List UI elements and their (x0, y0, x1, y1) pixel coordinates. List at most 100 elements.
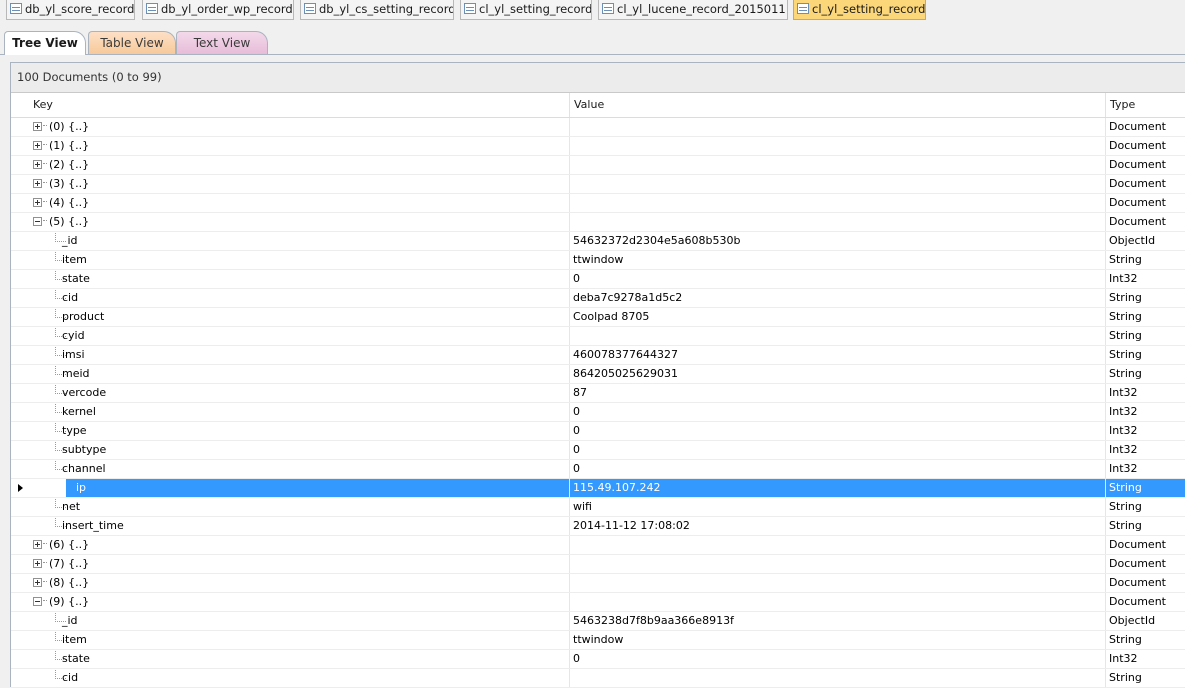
field-row[interactable]: state 0 Int32 (11, 650, 1185, 669)
value-cell[interactable] (569, 574, 1105, 592)
field-row[interactable]: channel 0 Int32 (11, 460, 1185, 479)
document-row[interactable]: (9) {..} Document (11, 593, 1185, 612)
row-selector[interactable] (11, 213, 29, 232)
field-row[interactable]: net wifi String (11, 498, 1185, 517)
field-row[interactable]: item ttwindow String (11, 251, 1185, 270)
row-selector[interactable] (11, 498, 29, 517)
row-selector[interactable] (11, 517, 29, 536)
row-selector[interactable] (11, 612, 29, 631)
tab-text-view[interactable]: Text View (176, 31, 268, 54)
document-row[interactable]: (1) {..} Document (11, 137, 1185, 156)
row-selector[interactable] (11, 346, 29, 365)
field-row[interactable]: imsi 460078377644327 String (11, 346, 1185, 365)
doc-tab-cl-yl-setting-record-active[interactable]: cl_yl_setting_record (793, 0, 926, 20)
row-selector[interactable] (11, 308, 29, 327)
doc-tab-db-yl-order-wp-record[interactable]: db_yl_order_wp_record (142, 0, 294, 20)
row-selector[interactable] (11, 631, 29, 650)
value-cell[interactable]: 115.49.107.242 (569, 479, 1105, 497)
value-cell[interactable]: 54632372d2304e5a608b530b (569, 232, 1105, 250)
document-row[interactable]: (2) {..} Document (11, 156, 1185, 175)
document-row[interactable]: (8) {..} Document (11, 574, 1185, 593)
row-selector[interactable] (11, 574, 29, 593)
value-cell[interactable] (569, 669, 1105, 687)
value-cell[interactable]: 0 (569, 460, 1105, 478)
row-selector[interactable] (11, 593, 29, 612)
value-cell[interactable]: wifi (569, 498, 1105, 516)
value-cell[interactable] (569, 118, 1105, 136)
row-selector[interactable] (11, 460, 29, 479)
field-row[interactable]: state 0 Int32 (11, 270, 1185, 289)
value-cell[interactable]: ttwindow (569, 251, 1105, 269)
field-row[interactable]: item ttwindow String (11, 631, 1185, 650)
expand-icon[interactable] (33, 141, 42, 150)
doc-tab-db-yl-cs-setting-record[interactable]: db_yl_cs_setting_record (300, 0, 454, 20)
field-row[interactable]: ip 115.49.107.242 String (11, 479, 1185, 498)
value-cell[interactable]: 0 (569, 422, 1105, 440)
value-cell[interactable]: 0 (569, 650, 1105, 668)
value-cell[interactable] (569, 593, 1105, 611)
value-cell[interactable]: deba7c9278a1d5c2 (569, 289, 1105, 307)
document-row[interactable]: (7) {..} Document (11, 555, 1185, 574)
row-selector[interactable] (11, 251, 29, 270)
field-row[interactable]: insert_time 2014-11-12 17:08:02 String (11, 517, 1185, 536)
row-selector[interactable] (11, 232, 29, 251)
value-cell[interactable]: 0 (569, 403, 1105, 421)
column-header-value[interactable]: Value (569, 93, 1105, 117)
value-cell[interactable]: 5463238d7f8b9aa366e8913f (569, 612, 1105, 630)
field-row[interactable]: vercode 87 Int32 (11, 384, 1185, 403)
value-cell[interactable]: 0 (569, 270, 1105, 288)
expand-icon[interactable] (33, 578, 42, 587)
row-selector[interactable] (11, 422, 29, 441)
column-header-key[interactable]: Key (29, 93, 569, 117)
value-cell[interactable] (569, 327, 1105, 345)
field-row[interactable]: _id 5463238d7f8b9aa366e8913f ObjectId (11, 612, 1185, 631)
row-selector[interactable] (11, 289, 29, 308)
value-cell[interactable] (569, 555, 1105, 573)
field-row[interactable]: type 0 Int32 (11, 422, 1185, 441)
row-selector[interactable] (11, 555, 29, 574)
field-row[interactable]: kernel 0 Int32 (11, 403, 1185, 422)
row-selector[interactable] (11, 156, 29, 175)
document-row[interactable]: (0) {..} Document (11, 118, 1185, 137)
row-selector[interactable] (11, 479, 29, 498)
value-cell[interactable]: 87 (569, 384, 1105, 402)
document-row[interactable]: (3) {..} Document (11, 175, 1185, 194)
value-cell[interactable]: 864205025629031 (569, 365, 1105, 383)
doc-tab-cl-yl-lucene-record[interactable]: cl_yl_lucene_record_20150111 (598, 0, 788, 20)
document-row[interactable]: (5) {..} Document (11, 213, 1185, 232)
value-cell[interactable] (569, 536, 1105, 554)
row-selector[interactable] (11, 365, 29, 384)
expand-icon[interactable] (33, 540, 42, 549)
value-cell[interactable] (569, 156, 1105, 174)
doc-tab-db-yl-score-record[interactable]: db_yl_score_record (6, 0, 135, 20)
doc-tab-cl-yl-setting-record[interactable]: cl_yl_setting_record (460, 0, 592, 20)
tab-table-view[interactable]: Table View (88, 31, 176, 54)
field-row[interactable]: meid 864205025629031 String (11, 365, 1185, 384)
value-cell[interactable]: Coolpad 8705 (569, 308, 1105, 326)
field-row[interactable]: cid deba7c9278a1d5c2 String (11, 289, 1185, 308)
field-row[interactable]: product Coolpad 8705 String (11, 308, 1185, 327)
value-cell[interactable] (569, 213, 1105, 231)
value-cell[interactable] (569, 137, 1105, 155)
expand-icon[interactable] (33, 160, 42, 169)
tab-tree-view[interactable]: Tree View (4, 31, 86, 55)
document-row[interactable]: (6) {..} Document (11, 536, 1185, 555)
row-selector[interactable] (11, 175, 29, 194)
row-selector[interactable] (11, 270, 29, 289)
row-selector[interactable] (11, 137, 29, 156)
row-selector[interactable] (11, 118, 29, 137)
value-cell[interactable]: 460078377644327 (569, 346, 1105, 364)
value-cell[interactable] (569, 194, 1105, 212)
row-selector[interactable] (11, 403, 29, 422)
document-row[interactable]: (4) {..} Document (11, 194, 1185, 213)
field-row[interactable]: subtype 0 Int32 (11, 441, 1185, 460)
field-row[interactable]: _id 54632372d2304e5a608b530b ObjectId (11, 232, 1185, 251)
expand-icon[interactable] (33, 559, 42, 568)
expand-icon[interactable] (33, 179, 42, 188)
collapse-icon[interactable] (33, 597, 42, 606)
field-row[interactable]: cid String (11, 669, 1185, 688)
row-selector[interactable] (11, 441, 29, 460)
row-selector[interactable] (11, 327, 29, 346)
expand-icon[interactable] (33, 122, 42, 131)
row-selector[interactable] (11, 650, 29, 669)
